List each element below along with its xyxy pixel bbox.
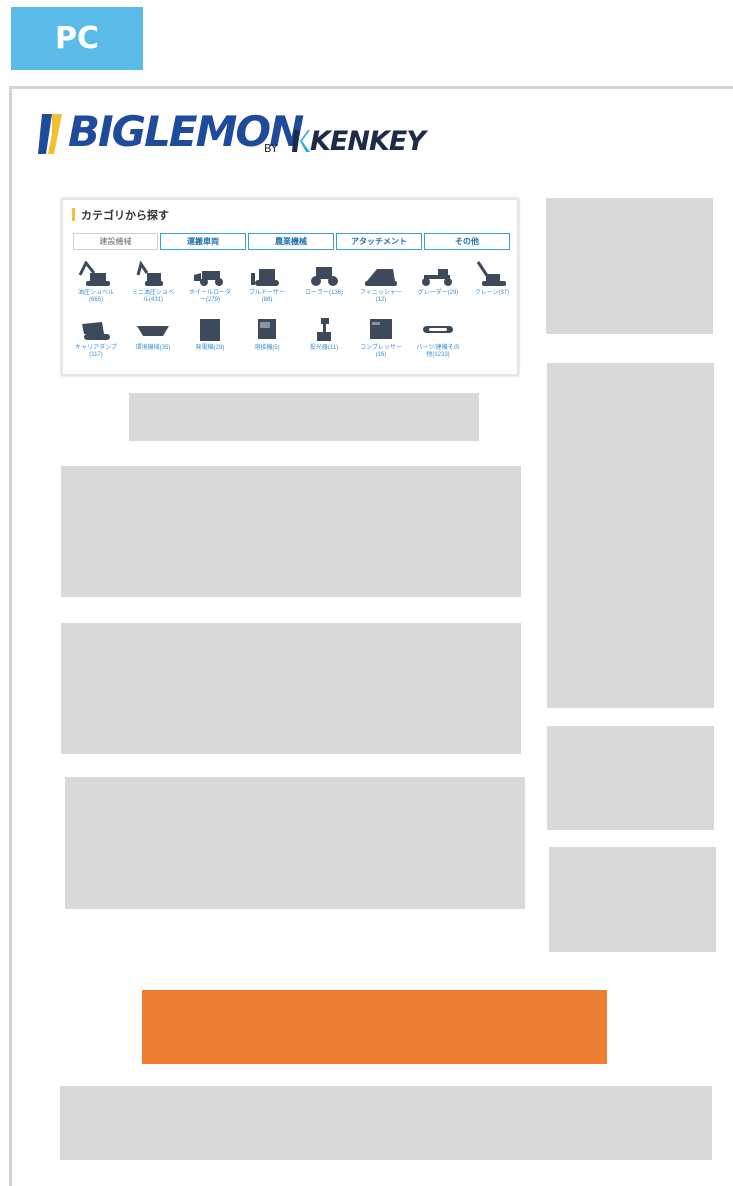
floodlight-icon xyxy=(317,318,331,341)
category-count: ー(279) xyxy=(199,297,220,303)
pc-badge-label: PC xyxy=(54,21,99,56)
category-label: フィニッシャー xyxy=(360,290,402,296)
tab-label: 建設機械 xyxy=(99,237,132,246)
category-count: (665) xyxy=(88,297,103,303)
category-item-roller[interactable]: ローラー(136) xyxy=(297,261,351,297)
bulldozer-icon xyxy=(251,269,279,286)
category-item-grader[interactable]: グレーダー(29) xyxy=(411,261,465,297)
parts-icon xyxy=(423,326,453,333)
environment-machine-icon xyxy=(137,326,169,336)
finisher-icon xyxy=(365,269,397,286)
category-item-crane[interactable]: クレーン(37) xyxy=(465,261,519,297)
generator-icon xyxy=(200,319,220,341)
category-label: ローラー(136) xyxy=(304,290,343,296)
search-bar-placeholder[interactable] xyxy=(129,393,479,441)
category-label: 溶接機(5) xyxy=(254,345,280,351)
logo-partner: KENKEY xyxy=(310,126,426,157)
compressor-icon xyxy=(370,319,392,339)
excavator-icon xyxy=(78,261,110,286)
sidebar-block-1 xyxy=(546,198,713,334)
category-count: (16) xyxy=(375,352,387,358)
category-item-environment-machine[interactable]: 環境機械(35) xyxy=(126,318,180,352)
carrier-dump-icon xyxy=(82,322,110,340)
logo-by: BY xyxy=(264,142,278,155)
tab-construction[interactable]: 建設機械 xyxy=(73,233,158,250)
category-item-generator[interactable]: 発電機(29) xyxy=(183,318,237,352)
crane-icon xyxy=(476,261,506,286)
category-item-welder[interactable]: 溶接機(5) xyxy=(240,318,294,352)
category-label: キャリアダンプ xyxy=(75,345,117,351)
wheel-loader-icon xyxy=(194,271,223,286)
category-label: 投光器(11) xyxy=(309,345,339,351)
category-label: 発電機(29) xyxy=(195,345,225,351)
site-logo[interactable]: BIGLEMON BY KENKEY xyxy=(38,110,426,157)
cta-banner[interactable] xyxy=(142,990,607,1064)
category-label: 油圧ショベル xyxy=(77,290,114,296)
category-item-bulldozer[interactable]: ブルドーザー (88) xyxy=(240,261,294,304)
category-label: クレーン(37) xyxy=(474,290,510,296)
category-count: ル(431) xyxy=(142,297,163,303)
content-block-3 xyxy=(65,777,525,909)
category-count: (117) xyxy=(89,352,103,358)
category-item-parts[interactable]: パーツ/建機その 他(1233) xyxy=(411,318,465,359)
category-count: (88) xyxy=(261,297,273,303)
category-item-compressor[interactable]: コンプレッサー (16) xyxy=(354,318,408,359)
content-block-2 xyxy=(61,623,521,754)
tab-transport[interactable]: 運搬車両 xyxy=(160,233,246,250)
content-block-1 xyxy=(61,466,521,597)
tab-other[interactable]: その他 xyxy=(424,233,510,250)
tab-agriculture[interactable]: 農業機械 xyxy=(248,233,334,250)
roller-icon xyxy=(311,267,338,286)
tab-label: 農業機械 xyxy=(275,237,307,246)
category-item-mini-excavator[interactable]: ミニ油圧ショベ ル(431) xyxy=(126,261,180,304)
tab-label: アタッチメント xyxy=(351,237,407,246)
category-item-excavator[interactable]: 油圧ショベル (665) xyxy=(69,261,123,304)
category-item-finisher[interactable]: フィニッシャー (12) xyxy=(354,261,408,304)
category-count: 他(1233) xyxy=(426,352,450,358)
mini-excavator-icon xyxy=(136,261,163,286)
category-label: ホイールローダ xyxy=(188,290,231,296)
kenkey-mark-icon xyxy=(292,130,310,152)
tab-attachment[interactable]: アタッチメント xyxy=(336,233,422,250)
tab-label: 運搬車両 xyxy=(187,237,219,246)
category-item-wheel-loader[interactable]: ホイールローダ ー(279) xyxy=(183,261,237,304)
welder-icon xyxy=(258,319,276,339)
tab-label: その他 xyxy=(455,237,479,246)
sidebar-block-2 xyxy=(547,363,714,708)
sidebar-block-3 xyxy=(547,726,714,830)
grader-icon xyxy=(422,269,452,286)
category-count: (12) xyxy=(375,297,387,303)
title-accent-bar xyxy=(72,208,75,221)
category-item-carrier-dump[interactable]: キャリアダンプ (117) xyxy=(69,318,123,359)
category-label: パーツ/建機その xyxy=(416,345,460,351)
category-label: グレーダー(29) xyxy=(417,290,459,296)
category-item-floodlight[interactable]: 投光器(11) xyxy=(297,318,351,352)
category-label: ミニ油圧ショベ xyxy=(131,290,174,296)
category-label: 環境機械(35) xyxy=(135,345,171,351)
pc-badge: PC xyxy=(11,7,143,70)
sidebar-block-4 xyxy=(549,847,716,952)
category-panel-title: カテゴリから探す xyxy=(81,210,169,222)
category-label: ブルドーザー xyxy=(249,290,285,296)
category-label: コンプレッサー xyxy=(360,345,402,351)
footer-block xyxy=(60,1086,712,1160)
category-panel: カテゴリから探す 建設機械 運搬車両 農業機械 アタッチメント その他 油圧ショ… xyxy=(61,198,519,376)
